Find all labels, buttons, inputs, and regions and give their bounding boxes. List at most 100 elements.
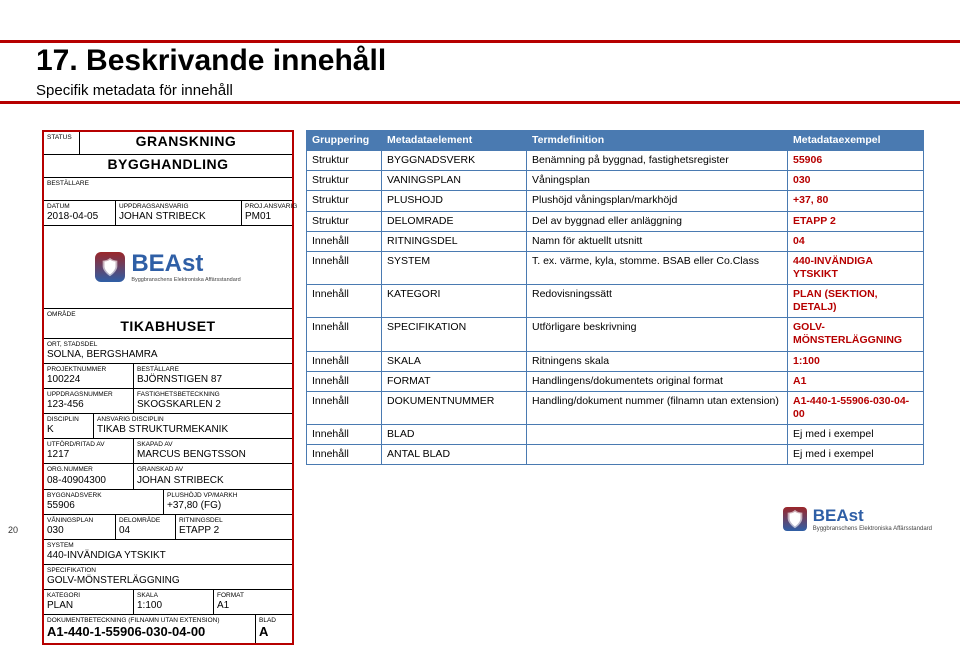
logo-brand: BEAst xyxy=(131,251,240,277)
form-label: RITNINGSDEL xyxy=(179,517,289,525)
form-value: PLAN xyxy=(47,600,73,611)
table-cell: Handling/dokument nummer (filnamn utan e… xyxy=(527,391,788,424)
form-label: FORMAT xyxy=(217,592,289,600)
metadata-table: Gruppering Metadataelement Termdefinitio… xyxy=(306,130,924,465)
form-value: 04 xyxy=(119,525,130,536)
table-cell: Innehåll xyxy=(307,445,382,465)
form-label: BESTÄLLARE xyxy=(137,366,289,374)
form-value: A1 xyxy=(217,600,229,611)
table-cell: Namn för aktuellt utsnitt xyxy=(527,231,788,251)
table-cell: T. ex. värme, kyla, stomme. BSAB eller C… xyxy=(527,251,788,284)
table-row: StrukturVANINGSPLANVåningsplan030 xyxy=(307,171,924,191)
form-label: UTFÖRD/RITAD AV xyxy=(47,441,130,449)
form-value: 440-INVÄNDIGA YTSKIKT xyxy=(47,550,166,561)
form-value: 100224 xyxy=(47,374,80,385)
form-label: PROJEKTNUMMER xyxy=(47,366,130,374)
table-cell xyxy=(527,425,788,445)
form-value: BYGGHANDLING xyxy=(107,156,228,172)
table-cell: Innehåll xyxy=(307,251,382,284)
logo-tagline: Byggbranschens Elektroniska Affärsstanda… xyxy=(131,277,240,283)
form-value: MARCUS BENGTSSON xyxy=(137,449,246,460)
form-value: +37,80 (FG) xyxy=(167,500,221,511)
table-cell: Struktur xyxy=(307,171,382,191)
table-cell: GOLV-MÖNSTERLÄGGNING xyxy=(788,318,924,351)
table-row: StrukturDELOMRADEDel av byggnad eller an… xyxy=(307,211,924,231)
table-cell: BLAD xyxy=(382,425,527,445)
form-value: 030 xyxy=(47,525,64,536)
mid-rule xyxy=(0,101,960,104)
table-row: StrukturPLUSHOJDPlushöjd våningsplan/mar… xyxy=(307,191,924,211)
beast-logo: BEAst Byggbranschens Elektroniska Affärs… xyxy=(95,251,240,283)
form-value: SKOGSKARLEN 2 xyxy=(137,399,221,410)
table-row: InnehållSPECIFIKATIONUtförligare beskriv… xyxy=(307,318,924,351)
table-cell: ETAPP 2 xyxy=(788,211,924,231)
table-cell: BYGGNADSVERK xyxy=(382,151,527,171)
table-cell: PLUSHOJD xyxy=(382,191,527,211)
slide-subtitle: Specifik metadata för innehåll xyxy=(36,82,233,99)
table-row: InnehållSKALARitningens skala1:100 xyxy=(307,351,924,371)
table-cell: SYSTEM xyxy=(382,251,527,284)
form-value: GOLV-MÖNSTERLÄGGNING xyxy=(47,575,180,586)
table-cell: Innehåll xyxy=(307,318,382,351)
table-cell: ANTAL BLAD xyxy=(382,445,527,465)
table-cell: KATEGORI xyxy=(382,285,527,318)
slide-title: 17. Beskrivande innehåll xyxy=(36,44,386,78)
table-cell: Innehåll xyxy=(307,371,382,391)
form-label: VÅNINGSPLAN xyxy=(47,517,112,525)
table-cell: Ritningens skala xyxy=(527,351,788,371)
table-cell: DELOMRADE xyxy=(382,211,527,231)
page-number: 20 xyxy=(8,525,18,535)
drawing-form: STATUS GRANSKNING BYGGHANDLING BESTÄLLAR… xyxy=(42,130,294,645)
table-row: InnehållANTAL BLADEj med i exempel xyxy=(307,445,924,465)
form-value: BJÖRNSTIGEN 87 xyxy=(137,374,222,385)
table-row: StrukturBYGGNADSVERKBenämning på byggnad… xyxy=(307,151,924,171)
form-label: DISCIPLIN xyxy=(47,416,90,424)
table-cell: 440-INVÄNDIGA YTSKIKT xyxy=(788,251,924,284)
form-label: SPECIFIKATION xyxy=(47,567,289,575)
table-cell: Plushöjd våningsplan/markhöjd xyxy=(527,191,788,211)
table-header: Gruppering xyxy=(307,131,382,151)
table-cell: +37, 80 xyxy=(788,191,924,211)
table-cell: A1 xyxy=(788,371,924,391)
table-cell: 030 xyxy=(788,171,924,191)
form-label: BYGGNADSVERK xyxy=(47,492,160,500)
form-value: K xyxy=(47,424,54,435)
form-label: DATUM xyxy=(47,203,112,211)
table-cell: Struktur xyxy=(307,211,382,231)
form-label: FASTIGHETSBETECKNING xyxy=(137,391,289,399)
table-row: InnehållBLADEj med i exempel xyxy=(307,425,924,445)
table-cell: 04 xyxy=(788,231,924,251)
table-cell: Del av byggnad eller anläggning xyxy=(527,211,788,231)
top-rule xyxy=(0,40,960,43)
form-value: SOLNA, BERGSHAMRA xyxy=(47,349,158,360)
table-row: InnehållKATEGORIRedovisningssättPLAN (SE… xyxy=(307,285,924,318)
form-value: TIKAB STRUKTURMEKANIK xyxy=(97,424,228,435)
form-label: ANSVARIG DISCIPLIN xyxy=(97,416,289,424)
table-cell: SPECIFIKATION xyxy=(382,318,527,351)
table-cell: Struktur xyxy=(307,191,382,211)
table-cell: Utförligare beskrivning xyxy=(527,318,788,351)
form-label: BESTÄLLARE xyxy=(47,180,289,188)
form-label: GRANSKAD AV xyxy=(137,466,289,474)
form-label: ORG.NUMMER xyxy=(47,466,130,474)
table-cell: 1:100 xyxy=(788,351,924,371)
table-cell xyxy=(527,445,788,465)
table-cell: Innehåll xyxy=(307,425,382,445)
table-cell: Benämning på byggnad, fastighetsregister xyxy=(527,151,788,171)
form-value: 123-456 xyxy=(47,399,84,410)
form-label: ORT, STADSDEL xyxy=(47,341,289,349)
logo-tagline: Byggbranschens Elektroniska Affärsstanda… xyxy=(813,526,932,532)
beast-logo-icon xyxy=(95,252,125,282)
table-cell: FORMAT xyxy=(382,371,527,391)
table-cell: Redovisningssätt xyxy=(527,285,788,318)
form-label: UPPDRAGSANSVARIG xyxy=(119,203,238,211)
beast-logo-icon xyxy=(783,507,807,531)
table-cell: 55906 xyxy=(788,151,924,171)
form-label: SYSTEM xyxy=(47,542,289,550)
logo-brand: BEAst xyxy=(813,506,932,526)
form-label: PROJ.ANSVARIG xyxy=(245,203,289,211)
form-value: GRANSKNING xyxy=(136,133,237,149)
table-cell: PLAN (SEKTION, DETALJ) xyxy=(788,285,924,318)
table-row: InnehållFORMATHandlingens/dokumentets or… xyxy=(307,371,924,391)
table-cell: Struktur xyxy=(307,151,382,171)
